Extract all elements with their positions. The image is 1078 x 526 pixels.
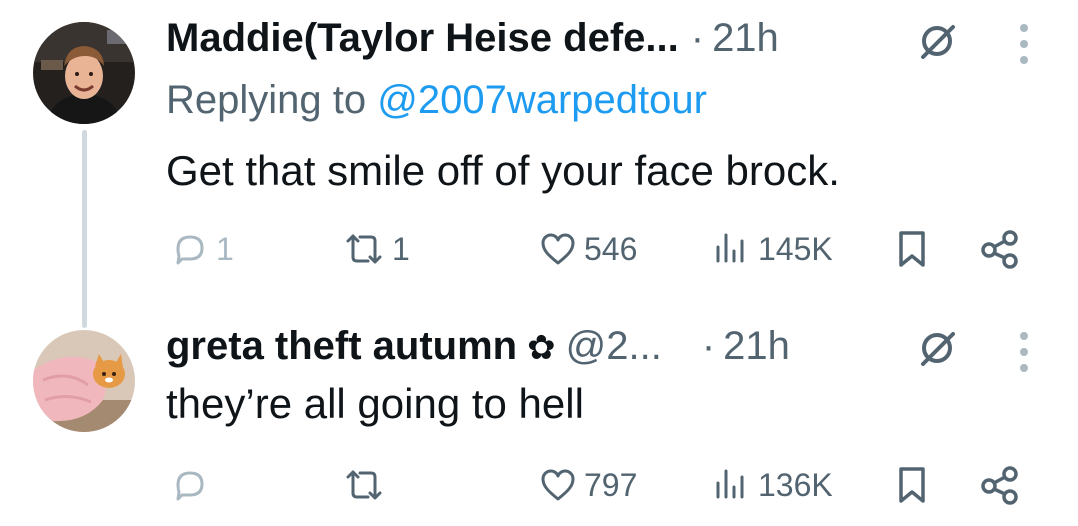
bookmark-button[interactable] <box>892 460 932 510</box>
more-icon[interactable] <box>1017 330 1031 374</box>
views-button[interactable]: 145K <box>712 224 833 274</box>
share-button[interactable] <box>978 224 1022 274</box>
like-button[interactable]: 797 <box>538 460 637 510</box>
views-icon <box>716 233 744 263</box>
author-name[interactable]: greta theft autumn <box>166 322 517 370</box>
timestamp[interactable]: 21h <box>723 322 790 370</box>
like-icon <box>541 469 575 501</box>
like-button[interactable]: 546 <box>538 224 637 274</box>
separator-dot: · <box>701 324 716 368</box>
reply-button[interactable] <box>170 460 216 510</box>
thread-connector-line <box>82 130 87 328</box>
tweet-header: greta theft autumn ✿ @2... · 21h <box>166 322 790 372</box>
reply-button[interactable]: 1 <box>170 224 234 274</box>
avatar-photo-man <box>33 22 135 124</box>
action-bar: 1 1 546 145K <box>166 224 1046 274</box>
share-icon <box>981 466 1018 505</box>
repost-count: 1 <box>392 230 410 267</box>
view-count: 145K <box>758 230 833 267</box>
timestamp[interactable]: 21h <box>712 14 779 62</box>
replying-to-handle[interactable]: @2007warpedtour <box>377 78 707 122</box>
repost-icon <box>346 234 382 264</box>
reply-count: 1 <box>216 230 234 267</box>
bookmark-icon <box>899 467 925 503</box>
bookmark-icon <box>899 231 925 267</box>
like-icon <box>541 233 575 265</box>
tweet-header: Maddie(Taylor Heise defe... · 21h <box>166 14 779 62</box>
reply-icon <box>176 235 204 265</box>
avatar[interactable] <box>33 330 135 432</box>
views-icon <box>716 469 744 499</box>
like-count: 546 <box>584 230 638 267</box>
view-count: 136K <box>758 466 833 503</box>
avatar-photo-cat-in-blanket <box>33 330 135 432</box>
reply-icon <box>176 471 204 501</box>
tweet-text: they’re all going to hell <box>166 380 584 427</box>
tweet-thread: Maddie(Taylor Heise defe... · 21h Replyi… <box>0 0 1078 526</box>
repost-button[interactable] <box>342 460 392 510</box>
no-edit-icon[interactable] <box>916 20 958 62</box>
action-bar: 797 136K <box>166 460 1046 510</box>
more-icon[interactable] <box>1017 22 1031 66</box>
replying-to: Replying to @2007warpedtour <box>166 76 707 124</box>
share-icon <box>981 230 1018 269</box>
like-count: 797 <box>584 466 638 503</box>
no-edit-icon[interactable] <box>916 327 958 369</box>
bookmark-button[interactable] <box>892 224 932 274</box>
author-name[interactable]: Maddie(Taylor Heise defe... <box>166 14 679 62</box>
share-button[interactable] <box>978 460 1022 510</box>
replying-to-label: Replying to <box>166 78 367 122</box>
flower-badge-icon: ✿ <box>527 329 556 367</box>
tweet-text: Get that smile off of your face brock. <box>166 147 840 194</box>
repost-icon <box>346 470 382 500</box>
separator-dot: · <box>690 16 705 60</box>
repost-button[interactable]: 1 <box>342 224 410 274</box>
author-handle[interactable]: @2... <box>566 322 662 370</box>
avatar[interactable] <box>33 22 135 124</box>
views-button[interactable]: 136K <box>712 460 833 510</box>
